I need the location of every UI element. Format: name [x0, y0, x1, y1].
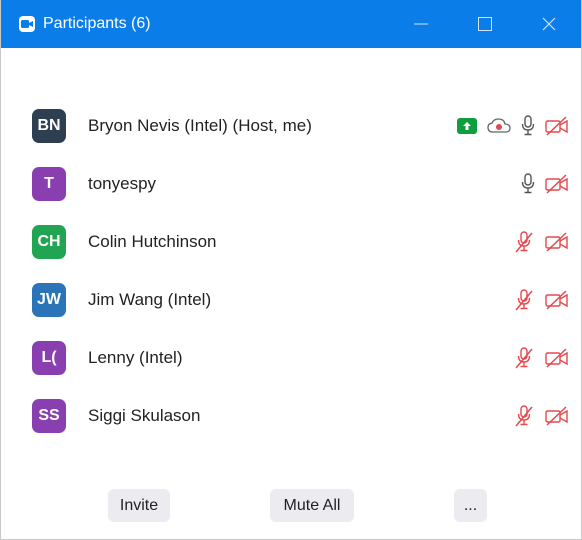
microphone-muted-icon[interactable] — [513, 289, 535, 311]
microphone-muted-icon[interactable] — [513, 231, 535, 253]
video-off-icon — [545, 406, 569, 426]
mute-all-button[interactable]: Mute All — [270, 489, 354, 522]
participant-row[interactable]: JW Jim Wang (Intel) — [1, 271, 582, 329]
avatar: JW — [32, 283, 66, 317]
microphone-muted-icon[interactable] — [513, 347, 535, 369]
zoom-app-icon — [19, 16, 35, 32]
avatar: T — [32, 167, 66, 201]
minimize-icon — [414, 23, 428, 25]
avatar: CH — [32, 225, 66, 259]
participant-row[interactable]: CH Colin Hutchinson — [1, 213, 582, 271]
participant-row[interactable]: BN Bryon Nevis (Intel) (Host, me) — [1, 97, 582, 155]
participant-status-icons — [513, 271, 569, 329]
participant-status-icons — [513, 387, 569, 445]
participant-row[interactable]: L( Lenny (Intel) — [1, 329, 582, 387]
minimize-button[interactable] — [389, 0, 453, 48]
microphone-icon[interactable] — [521, 115, 535, 137]
participant-name: Siggi Skulason — [88, 406, 201, 425]
avatar: SS — [32, 399, 66, 433]
microphone-muted-icon[interactable] — [513, 405, 535, 427]
window-title: Participants (6) — [43, 15, 151, 32]
close-button[interactable] — [517, 0, 581, 48]
more-options-button[interactable]: ... — [454, 489, 487, 522]
maximize-icon — [478, 17, 492, 31]
video-off-icon — [545, 174, 569, 194]
participant-status-icons — [457, 97, 569, 155]
participant-status-icons — [521, 155, 569, 213]
video-off-icon — [545, 290, 569, 310]
maximize-button[interactable] — [453, 0, 517, 48]
participant-name: tonyespy — [88, 174, 157, 193]
video-off-icon — [545, 348, 569, 368]
avatar: BN — [32, 109, 66, 143]
avatar: L( — [32, 341, 66, 375]
invite-button[interactable]: Invite — [108, 489, 170, 522]
participant-status-icons — [513, 213, 569, 271]
participant-row[interactable]: SS Siggi Skulason — [1, 387, 582, 445]
microphone-icon[interactable] — [521, 173, 535, 195]
participant-status-icons — [513, 329, 569, 387]
participant-name: Jim Wang (Intel) — [88, 290, 212, 309]
cloud-recording-icon — [487, 118, 511, 134]
screen-share-icon — [457, 118, 477, 134]
participant-row[interactable]: Ttonyespy — [1, 155, 582, 213]
participants-window: Participants (6) BN Bryon Nevis (Intel) (… — [0, 0, 582, 540]
video-off-icon — [545, 232, 569, 252]
window-controls — [389, 0, 581, 48]
participant-name: Bryon Nevis (Intel) (Host, me) — [88, 116, 312, 135]
participant-name: Colin Hutchinson — [88, 232, 217, 251]
close-icon — [542, 17, 556, 31]
video-off-icon — [545, 116, 569, 136]
participant-name: Lenny (Intel) — [88, 348, 183, 367]
title-bar: Participants (6) — [1, 0, 581, 48]
